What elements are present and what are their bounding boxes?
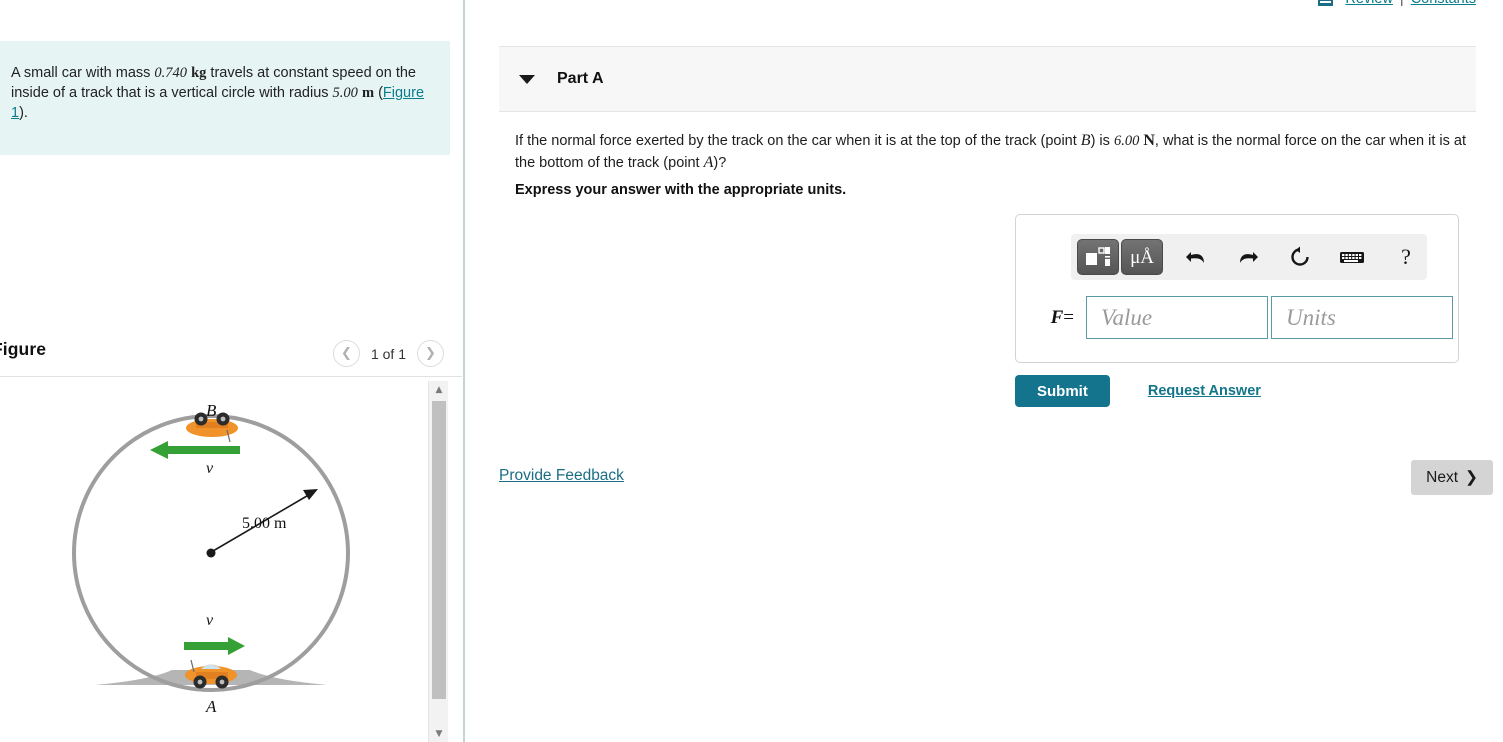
problem-mass-unit: kg bbox=[191, 65, 207, 81]
column-divider bbox=[463, 0, 465, 742]
velocity-arrow-bottom bbox=[184, 637, 245, 655]
answer-equals-sign: = bbox=[1063, 306, 1074, 328]
problem-radius-value: 5.00 bbox=[332, 85, 358, 101]
point-a-label: A bbox=[205, 697, 217, 716]
velocity-bottom-label: v bbox=[206, 612, 214, 629]
scrollbar-thumb[interactable] bbox=[432, 401, 446, 699]
provide-feedback-link[interactable]: Provide Feedback bbox=[499, 467, 624, 485]
problem-statement: A small car with mass 0.740 kg travels a… bbox=[0, 41, 450, 155]
undo-icon[interactable] bbox=[1175, 239, 1217, 275]
constants-link[interactable]: Constants bbox=[1411, 0, 1476, 7]
force-unit: N bbox=[1143, 132, 1155, 149]
part-a-header[interactable]: Part A bbox=[499, 46, 1476, 112]
request-answer-link[interactable]: Request Answer bbox=[1148, 383, 1261, 399]
problem-text-1: A small car with mass bbox=[11, 65, 155, 81]
next-button[interactable]: Next ❯ bbox=[1411, 460, 1493, 495]
answer-toolbar: μÅ ? bbox=[1071, 234, 1427, 280]
point-b-label: B bbox=[206, 401, 217, 420]
left-panel: A small car with mass 0.740 kg travels a… bbox=[0, 0, 462, 742]
problem-mass-value: 0.740 bbox=[154, 65, 188, 81]
scroll-up-arrow-icon[interactable]: ▲ bbox=[429, 381, 449, 398]
problem-statement-text: A small car with mass 0.740 kg travels a… bbox=[11, 63, 424, 123]
point-a-inline: A bbox=[703, 154, 714, 171]
answer-instruction: Express your answer with the appropriate… bbox=[515, 182, 847, 198]
figure-viewport: 5.00 m B A v v bbox=[0, 380, 462, 742]
help-icon[interactable]: ? bbox=[1385, 239, 1427, 275]
figure-page-label: 1 of 1 bbox=[370, 345, 406, 362]
answer-entry-box: μÅ ? F= Value Units bbox=[1015, 214, 1459, 363]
review-link[interactable]: Review bbox=[1345, 0, 1393, 7]
physics-diagram: 5.00 m B A v v bbox=[0, 380, 430, 742]
review-icon bbox=[1318, 0, 1334, 6]
figure-panel-title: Figure bbox=[0, 339, 47, 359]
math-template-icon[interactable] bbox=[1077, 239, 1120, 275]
figure-header-divider bbox=[0, 376, 462, 377]
answer-actions: Submit Request Answer bbox=[1015, 375, 1261, 407]
chevron-right-icon: ❯ bbox=[1465, 469, 1478, 486]
micro-angstrom-units-icon[interactable]: μÅ bbox=[1121, 239, 1164, 275]
help-icon-label: ? bbox=[1401, 244, 1411, 269]
question-suffix: )? bbox=[713, 155, 727, 171]
part-a-section: Part A bbox=[499, 46, 1476, 112]
right-panel: Review | Constants Part A If the normal … bbox=[466, 0, 1503, 742]
answer-units-input[interactable] bbox=[1271, 296, 1453, 339]
answer-field-label: F= bbox=[1034, 307, 1074, 329]
answer-field-row: F= bbox=[1034, 296, 1453, 339]
redo-icon[interactable] bbox=[1227, 239, 1269, 275]
question-prefix: If the normal force exerted by the track… bbox=[515, 133, 1081, 149]
scroll-down-arrow-icon[interactable]: ▼ bbox=[429, 725, 449, 742]
question-mid: ) is bbox=[1090, 133, 1114, 149]
problem-paren-open: ( bbox=[374, 85, 383, 101]
caret-down-icon[interactable] bbox=[519, 74, 535, 84]
radius-label: 5.00 m bbox=[242, 515, 287, 532]
top-links-separator: | bbox=[1400, 0, 1404, 7]
submit-button[interactable]: Submit bbox=[1015, 375, 1110, 407]
answer-value-input[interactable] bbox=[1086, 296, 1268, 339]
units-icon-label: μÅ bbox=[1130, 246, 1155, 268]
answer-variable-symbol: F bbox=[1050, 306, 1064, 328]
figure-next-button[interactable]: ❯ bbox=[417, 340, 444, 367]
figure-scrollbar[interactable]: ▲ ▼ bbox=[428, 381, 448, 742]
problem-radius-unit: m bbox=[361, 85, 375, 101]
keyboard-icon[interactable] bbox=[1331, 239, 1373, 275]
vertical-circle-track-diagram: 5.00 m B A v v bbox=[72, 401, 350, 716]
velocity-top-label: v bbox=[206, 460, 214, 477]
reset-icon[interactable] bbox=[1279, 239, 1321, 275]
part-a-title: Part A bbox=[557, 70, 604, 87]
figure-pager: ❮ 1 of 1 ❯ bbox=[332, 340, 444, 367]
force-value: 6.00 bbox=[1113, 133, 1140, 149]
figure-prev-button[interactable]: ❮ bbox=[332, 340, 360, 367]
next-button-label: Next bbox=[1426, 468, 1458, 486]
velocity-arrow-top bbox=[150, 441, 240, 459]
problem-paren-close: ). bbox=[19, 105, 28, 121]
question-text: If the normal force exerted by the track… bbox=[515, 130, 1480, 174]
page-root: A small car with mass 0.740 kg travels a… bbox=[0, 0, 1503, 742]
top-links: Review | Constants bbox=[1318, 0, 1476, 7]
point-b-inline: B bbox=[1080, 132, 1091, 149]
